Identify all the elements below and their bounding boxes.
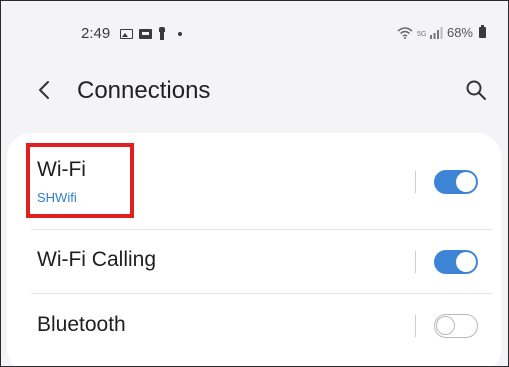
back-button[interactable]: [35, 78, 55, 102]
search-button[interactable]: [464, 78, 488, 102]
vertical-divider: [415, 251, 416, 273]
status-bar-left: 2:49: [81, 25, 183, 42]
status-time: 2:49: [81, 25, 111, 42]
wifi-signal-icon: [397, 26, 413, 39]
signal-bars-icon: 5G: [417, 26, 443, 39]
dot-icon: [178, 31, 183, 36]
status-bar-right: 5G 68%: [397, 25, 486, 40]
wifi-calling-toggle[interactable]: [434, 250, 478, 274]
search-icon: [466, 80, 486, 100]
battery-percentage: 68%: [446, 25, 473, 40]
setting-row-wifi-calling[interactable]: Wi-Fi Calling: [7, 229, 501, 293]
setting-title: Bluetooth: [37, 313, 126, 336]
toggle-knob: [456, 172, 476, 192]
connections-list: Wi-Fi SHWifi Wi-Fi Calling Bluetooth: [7, 133, 501, 366]
page-title: Connections: [77, 77, 211, 104]
setting-row-bluetooth[interactable]: Bluetooth: [7, 293, 501, 359]
gallery-icon: [139, 28, 153, 39]
toggle-knob: [456, 252, 476, 272]
vertical-divider: [415, 171, 416, 193]
person-icon: [158, 27, 166, 40]
back-chevron-icon: [39, 81, 49, 99]
toggle-knob: [436, 316, 455, 335]
battery-icon: [479, 25, 486, 38]
highlight-annotation: [26, 143, 134, 218]
image-icon: [120, 28, 134, 39]
phone-screen: 2:49 5G 68% Connections Wi-Fi SHWifi Wi-…: [0, 0, 509, 367]
status-bar: 2:49 5G 68%: [1, 1, 508, 59]
bluetooth-toggle[interactable]: [434, 314, 478, 338]
svg-text:5G: 5G: [417, 31, 426, 38]
setting-title: Wi-Fi Calling: [37, 248, 157, 271]
vertical-divider: [415, 315, 416, 337]
wifi-toggle[interactable]: [434, 170, 478, 194]
setting-row-wifi[interactable]: Wi-Fi SHWifi: [7, 133, 501, 229]
app-bar: Connections: [1, 59, 508, 123]
